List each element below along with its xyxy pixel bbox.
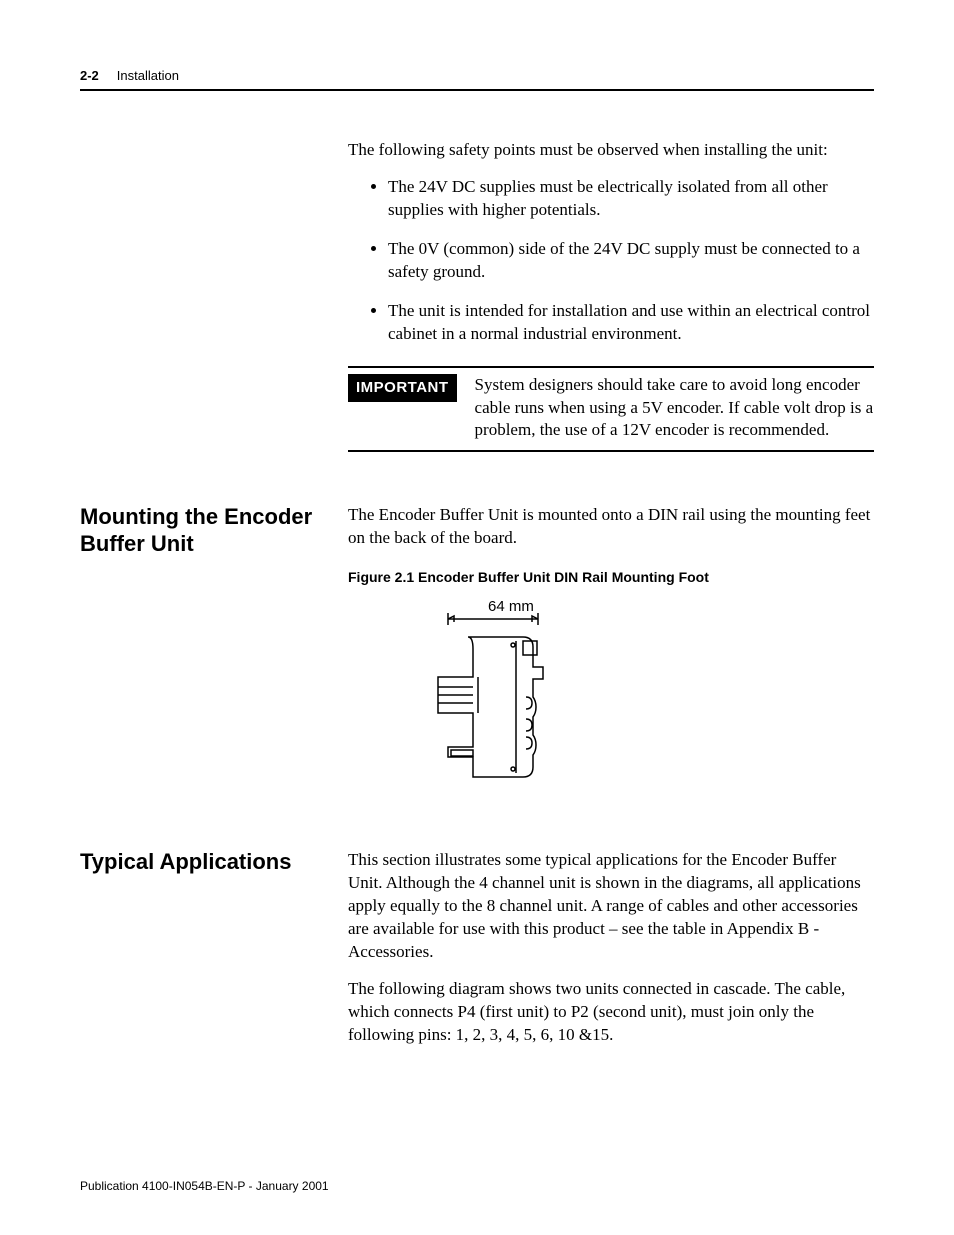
- running-header: 2-2 Installation: [80, 68, 874, 91]
- list-item: The unit is intended for installation an…: [388, 300, 874, 346]
- important-label: IMPORTANT: [348, 374, 457, 402]
- page-number: 2-2: [80, 68, 99, 83]
- intro-paragraph: The following safety points must be obse…: [348, 139, 874, 162]
- side-column-mounting: Mounting the Encoder Buffer Unit: [80, 504, 320, 557]
- list-item: The 0V (common) side of the 24V DC suppl…: [388, 238, 874, 284]
- applications-body-1: This section illustrates some typical ap…: [348, 849, 874, 964]
- figure-diagram: 64 mm: [418, 597, 598, 797]
- list-item: The 24V DC supplies must be electrically…: [388, 176, 874, 222]
- chapter-name: Installation: [117, 68, 179, 83]
- heading-applications: Typical Applications: [80, 849, 320, 875]
- safety-list: The 24V DC supplies must be electrically…: [348, 176, 874, 346]
- section-mounting: Mounting the Encoder Buffer Unit The Enc…: [80, 504, 874, 797]
- important-text: System designers should take care to avo…: [475, 374, 874, 443]
- side-column-applications: Typical Applications: [80, 849, 320, 875]
- mounting-body: The Encoder Buffer Unit is mounted onto …: [348, 504, 874, 550]
- section-safety: The following safety points must be obse…: [80, 139, 874, 504]
- main-column-mounting: The Encoder Buffer Unit is mounted onto …: [348, 504, 874, 797]
- figure-caption: Figure 2.1 Encoder Buffer Unit DIN Rail …: [348, 568, 874, 587]
- publication-note: Publication 4100-IN054B-EN-P - January 2…: [80, 1179, 329, 1193]
- section-applications: Typical Applications This section illust…: [80, 849, 874, 1061]
- applications-body-2: The following diagram shows two units co…: [348, 978, 874, 1047]
- figure-dimension-label: 64 mm: [488, 598, 534, 615]
- main-column-applications: This section illustrates some typical ap…: [348, 849, 874, 1061]
- important-box: IMPORTANT System designers should take c…: [348, 366, 874, 453]
- page: 2-2 Installation The following safety po…: [0, 0, 954, 1235]
- main-column-safety: The following safety points must be obse…: [348, 139, 874, 504]
- heading-mounting: Mounting the Encoder Buffer Unit: [80, 504, 320, 557]
